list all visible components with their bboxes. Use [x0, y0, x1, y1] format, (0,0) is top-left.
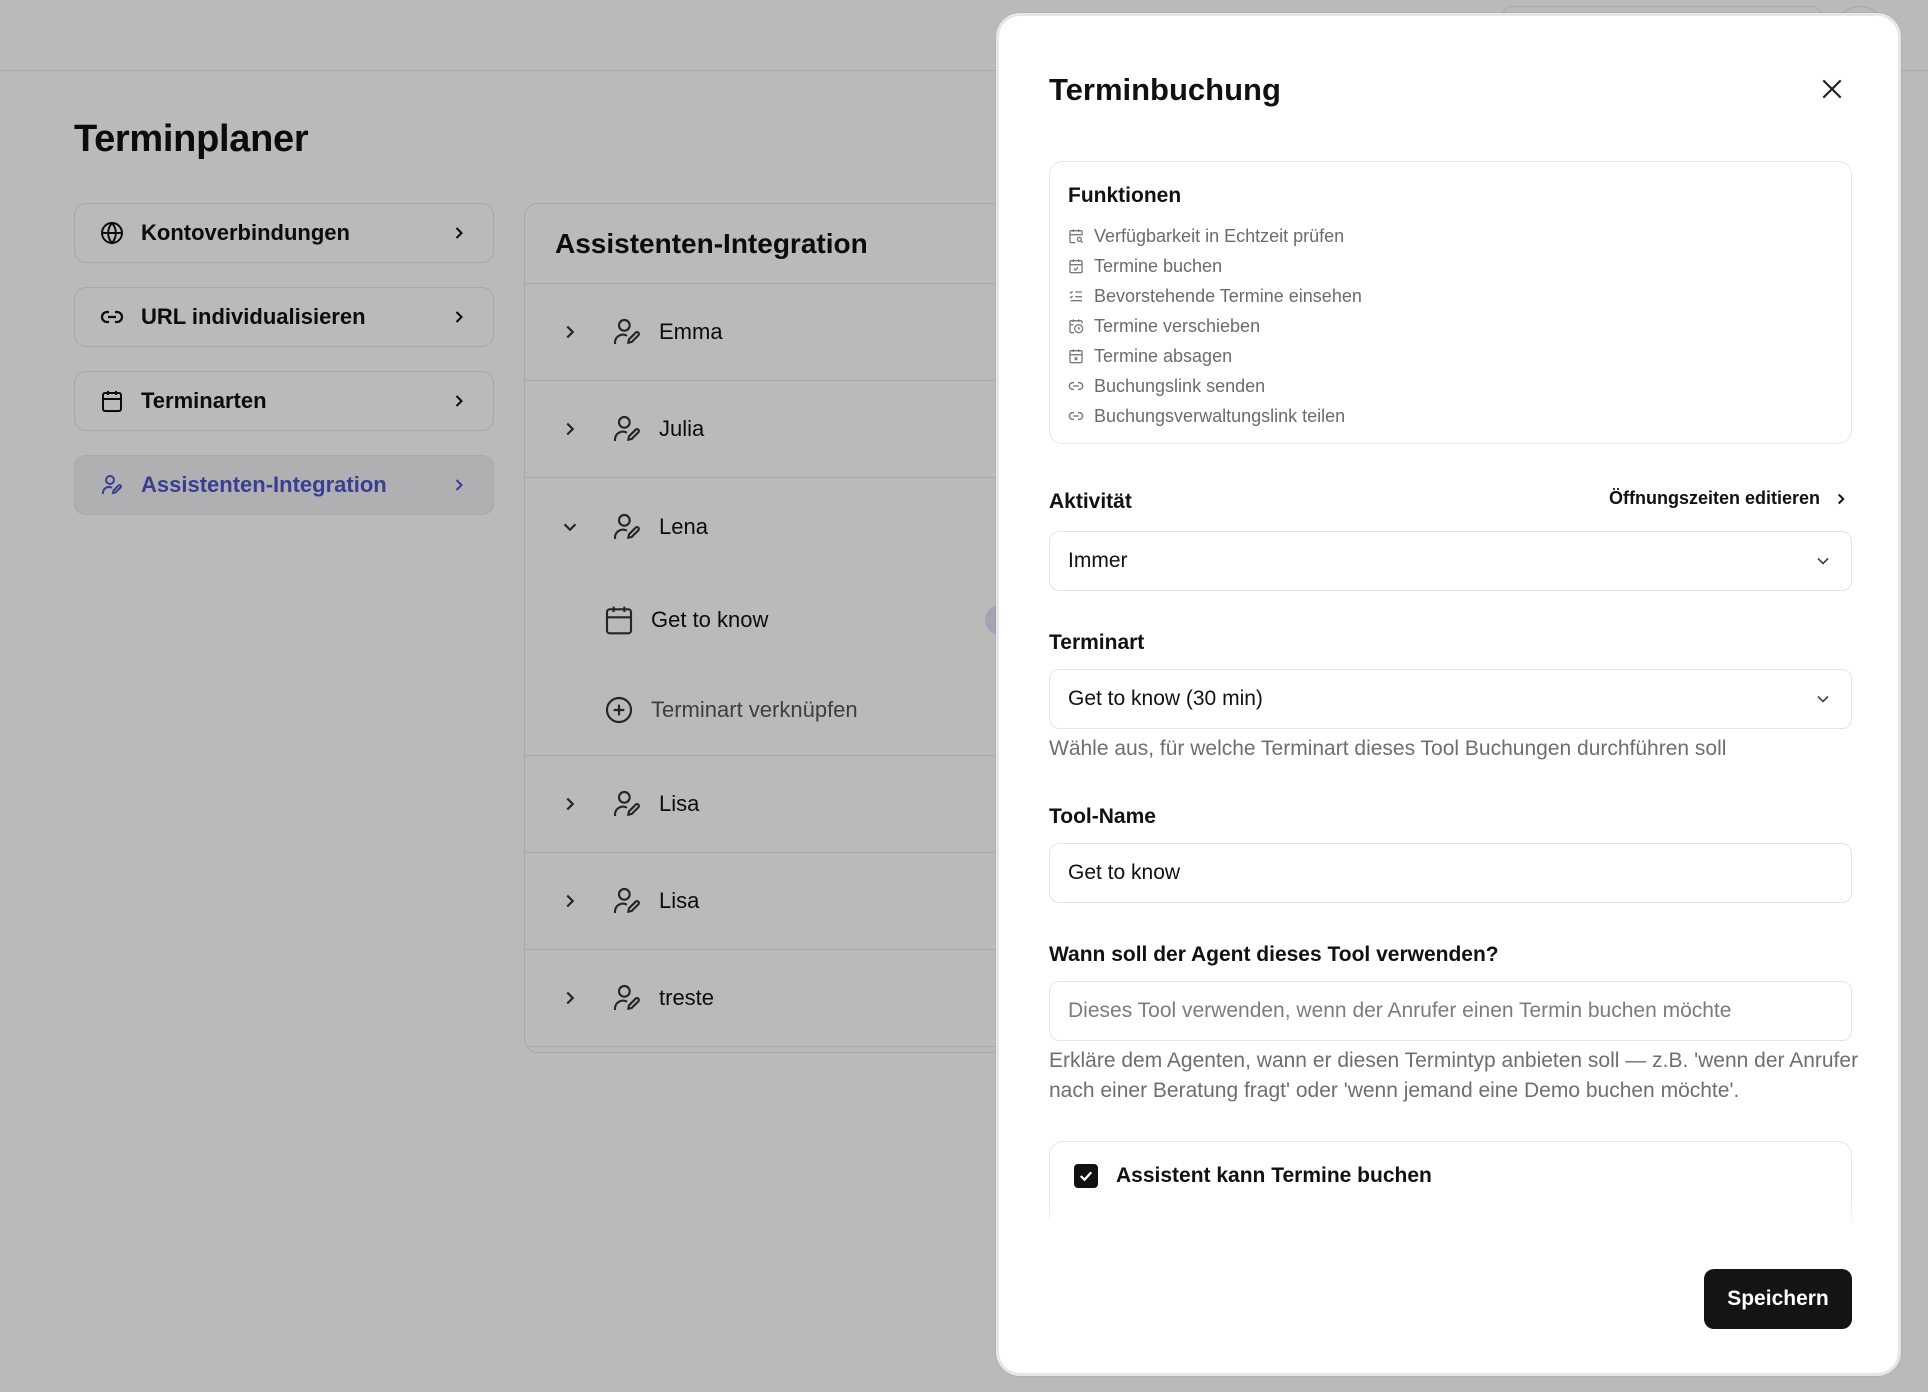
feature-label: Termine absagen — [1094, 345, 1233, 366]
feature-item: Buchungsverwaltungslink teilen — [1068, 401, 1833, 431]
appointment-type-select[interactable]: Get to know (30 min) — [1049, 669, 1852, 729]
save-button[interactable]: Speichern — [1704, 1269, 1852, 1329]
feature-item: Bevorstehende Termine einsehen — [1068, 281, 1833, 311]
check-icon — [1079, 1171, 1093, 1182]
usage-input[interactable]: Dieses Tool verwenden, wenn der Anrufer … — [1049, 981, 1852, 1041]
can-book-checkbox[interactable] — [1074, 1164, 1098, 1188]
link-icon — [1068, 381, 1084, 391]
feature-label: Verfügbarkeit in Echtzeit prüfen — [1094, 225, 1345, 246]
usage-help: Erkläre dem Agenten, wann er diesen Term… — [1049, 1049, 1859, 1102]
edit-opening-hours-link[interactable]: Öffnungszeiten editieren — [1609, 488, 1850, 509]
close-icon — [1822, 79, 1842, 99]
appointment-type-help: Wähle aus, für welche Terminart dieses T… — [1049, 737, 1727, 760]
activity-value: Immer — [1068, 549, 1128, 572]
calendar-x-icon — [1069, 349, 1083, 364]
feature-label: Buchungslink senden — [1094, 375, 1266, 396]
appointment-booking-drawer: Terminbuchung Funktionen Verfügbarkeit i… — [996, 13, 1901, 1376]
tool-name-label: Tool-Name — [1049, 805, 1156, 828]
feature-label: Termine buchen — [1094, 255, 1223, 276]
appointment-type-label: Terminart — [1049, 631, 1145, 654]
usage-label: Wann soll der Agent dieses Tool verwende… — [1049, 943, 1499, 966]
chevron-down-icon — [1817, 557, 1829, 565]
calendar-clock-icon — [1069, 319, 1084, 334]
list-checks-icon — [1069, 290, 1082, 302]
link-icon — [1068, 411, 1084, 421]
feature-label: Buchungsverwaltungslink teilen — [1094, 405, 1346, 426]
calendar-check-icon — [1069, 259, 1083, 274]
feature-item: Termine absagen — [1068, 341, 1833, 371]
features-heading: Funktionen — [1068, 184, 1182, 207]
can-book-label: Assistent kann Termine buchen — [1116, 1164, 1432, 1187]
feature-item: Termine verschieben — [1068, 311, 1833, 341]
feature-item: Buchungslink senden — [1068, 371, 1833, 401]
tool-name-input[interactable]: Get to know — [1049, 843, 1852, 903]
appointment-type-value: Get to know (30 min) — [1068, 687, 1263, 710]
edit-hours-label: Öffnungszeiten editieren — [1609, 488, 1821, 508]
feature-label: Bevorstehende Termine einsehen — [1094, 285, 1362, 306]
usage-placeholder: Dieses Tool verwenden, wenn der Anrufer … — [1068, 999, 1732, 1022]
chevron-down-icon — [1817, 695, 1829, 703]
scroll-fade — [999, 1196, 1898, 1256]
activity-label: Aktivität — [1049, 490, 1132, 513]
features-card: Funktionen Verfügbarkeit in Echtzeit prü… — [1049, 161, 1852, 444]
calendar-search-icon — [1069, 229, 1084, 244]
feature-item: Verfügbarkeit in Echtzeit prüfen — [1068, 221, 1833, 251]
close-button[interactable] — [1815, 72, 1849, 106]
drawer-title: Terminbuchung — [1049, 72, 1281, 107]
feature-label: Termine verschieben — [1094, 315, 1261, 336]
tool-name-value: Get to know — [1068, 861, 1181, 884]
activity-select[interactable]: Immer — [1049, 531, 1852, 591]
chevron-right-icon — [1838, 493, 1845, 504]
feature-item: Termine buchen — [1068, 251, 1833, 281]
